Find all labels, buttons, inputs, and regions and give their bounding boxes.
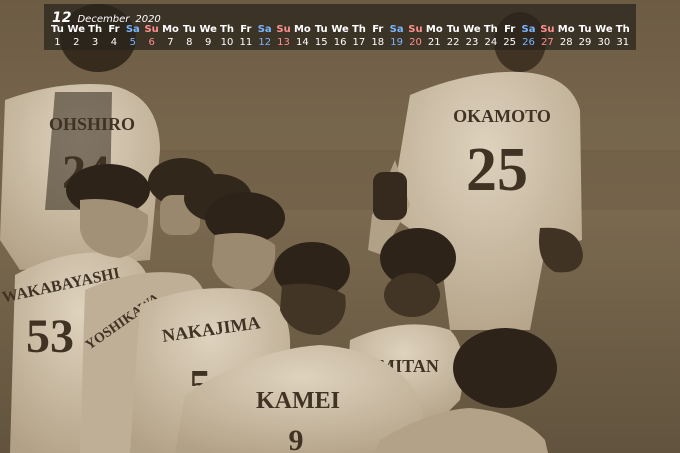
calendar-weekday-cell: Th (483, 24, 498, 35)
calendar-date-cell: 17 (352, 37, 366, 48)
calendar-weekday-cell: Su (276, 24, 291, 35)
calendar-date-cell: 6 (148, 37, 155, 48)
calendar-weekday-cell: Mo (557, 24, 575, 35)
calendar-date-cell: 11 (239, 37, 253, 48)
calendar-date-cell: 12 (258, 37, 272, 48)
calendar-date-cell: 14 (296, 37, 309, 48)
calendar-date-cell: 26 (522, 37, 535, 48)
calendar-date-cell: 30 (597, 37, 611, 48)
calendar-weekday-cell: Sa (125, 24, 140, 35)
calendar-date-cell: 1 (54, 37, 61, 48)
calendar-date-row: 1 2 3 4 5 6 7 8 9 10 11 12 13 14 15 16 17 18 19 20 21 22 23 24 2… (48, 37, 632, 49)
calendar-weekday-cell: We (199, 24, 217, 35)
calendar-date-cell: 31 (616, 37, 630, 48)
calendar-date-cell: 9 (204, 37, 212, 48)
calendar-date-cell: 27 (540, 37, 554, 48)
calendar-date-cell: 25 (503, 37, 517, 48)
calendar-weekday-cell: Tu (314, 24, 328, 35)
calendar-weekday-cell: Su (144, 24, 159, 35)
calendar-weekday-cell: Fr (240, 24, 252, 35)
calendar-weekday-row: Tu We Th Fr Sa Su Mo Tu We Th Fr Sa Su Mo Tu We Th Fr Sa Su… (48, 24, 632, 36)
calendar-date-cell: 18 (371, 37, 385, 48)
calendar-weekday-cell: Tu (578, 24, 592, 35)
baseball-players-photo: OKAMOTO 25 OHSHIRO 24 WAKABAYASHI 53 YOS… (0, 0, 680, 453)
calendar-date-cell: 15 (314, 37, 328, 48)
calendar-weekday-cell: Th (88, 24, 103, 35)
calendar-weekday-cell: Sa (521, 24, 536, 35)
calendar-weekday-cell: Tu (446, 24, 460, 35)
calendar-weekday-cell: Mo (162, 24, 179, 35)
calendar-date-cell: 28 (559, 37, 573, 48)
calendar-date-cell: 22 (446, 37, 460, 48)
calendar-date-cell: 3 (91, 37, 99, 48)
calendar-weekday-cell: Th (351, 24, 366, 35)
calendar-date-cell: 29 (578, 37, 592, 48)
calendar-date-cell: 8 (186, 37, 193, 48)
calendar-weekday-cell: Sa (257, 24, 272, 35)
calendar-weekday-cell: Fr (504, 24, 516, 35)
calendar-date-cell: 13 (277, 37, 290, 48)
calendar-date-cell: 23 (465, 37, 479, 48)
calendar-overlay: 12 December 2020 Tu We Th Fr Sa Su Mo Tu We Th Fr Sa S… (44, 4, 636, 50)
calendar-weekday-cell: Su (540, 24, 555, 35)
calendar-weekday-cell: Fr (372, 24, 384, 35)
calendar-weekday-cell: We (595, 24, 613, 35)
calendar-date-cell: 2 (73, 37, 80, 48)
calendar-date-cell: 20 (409, 37, 422, 48)
calendar-weekday-cell: Su (408, 24, 423, 35)
calendar-date-cell: 7 (167, 37, 174, 48)
calendar-weekday-cell: We (331, 24, 349, 35)
calendar-date-cell: 16 (333, 37, 347, 48)
calendar-date-cell: 19 (390, 37, 403, 48)
calendar-weekday-cell: Tu (182, 24, 196, 35)
calendar-date-cell: 4 (110, 37, 118, 48)
calendar-date-cell: 24 (484, 37, 498, 48)
calendar-weekday-cell: Th (615, 24, 630, 35)
calendar-weekday-cell: Fr (108, 24, 120, 35)
sepia-tone-overlay (0, 0, 680, 453)
calendar-weekday-cell: Mo (425, 24, 443, 35)
calendar-weekday-cell: We (67, 24, 85, 35)
calendar-weekday-cell: Sa (389, 24, 404, 35)
calendar-weekday-cell: Tu (51, 24, 64, 35)
calendar-date-cell: 5 (129, 37, 136, 48)
calendar-weekday-cell: Mo (293, 24, 311, 35)
calendar-weekday-cell: We (463, 24, 481, 35)
calendar-date-cell: 10 (220, 37, 234, 48)
calendar-date-cell: 21 (427, 37, 441, 48)
calendar-weekday-cell: Th (220, 24, 234, 35)
